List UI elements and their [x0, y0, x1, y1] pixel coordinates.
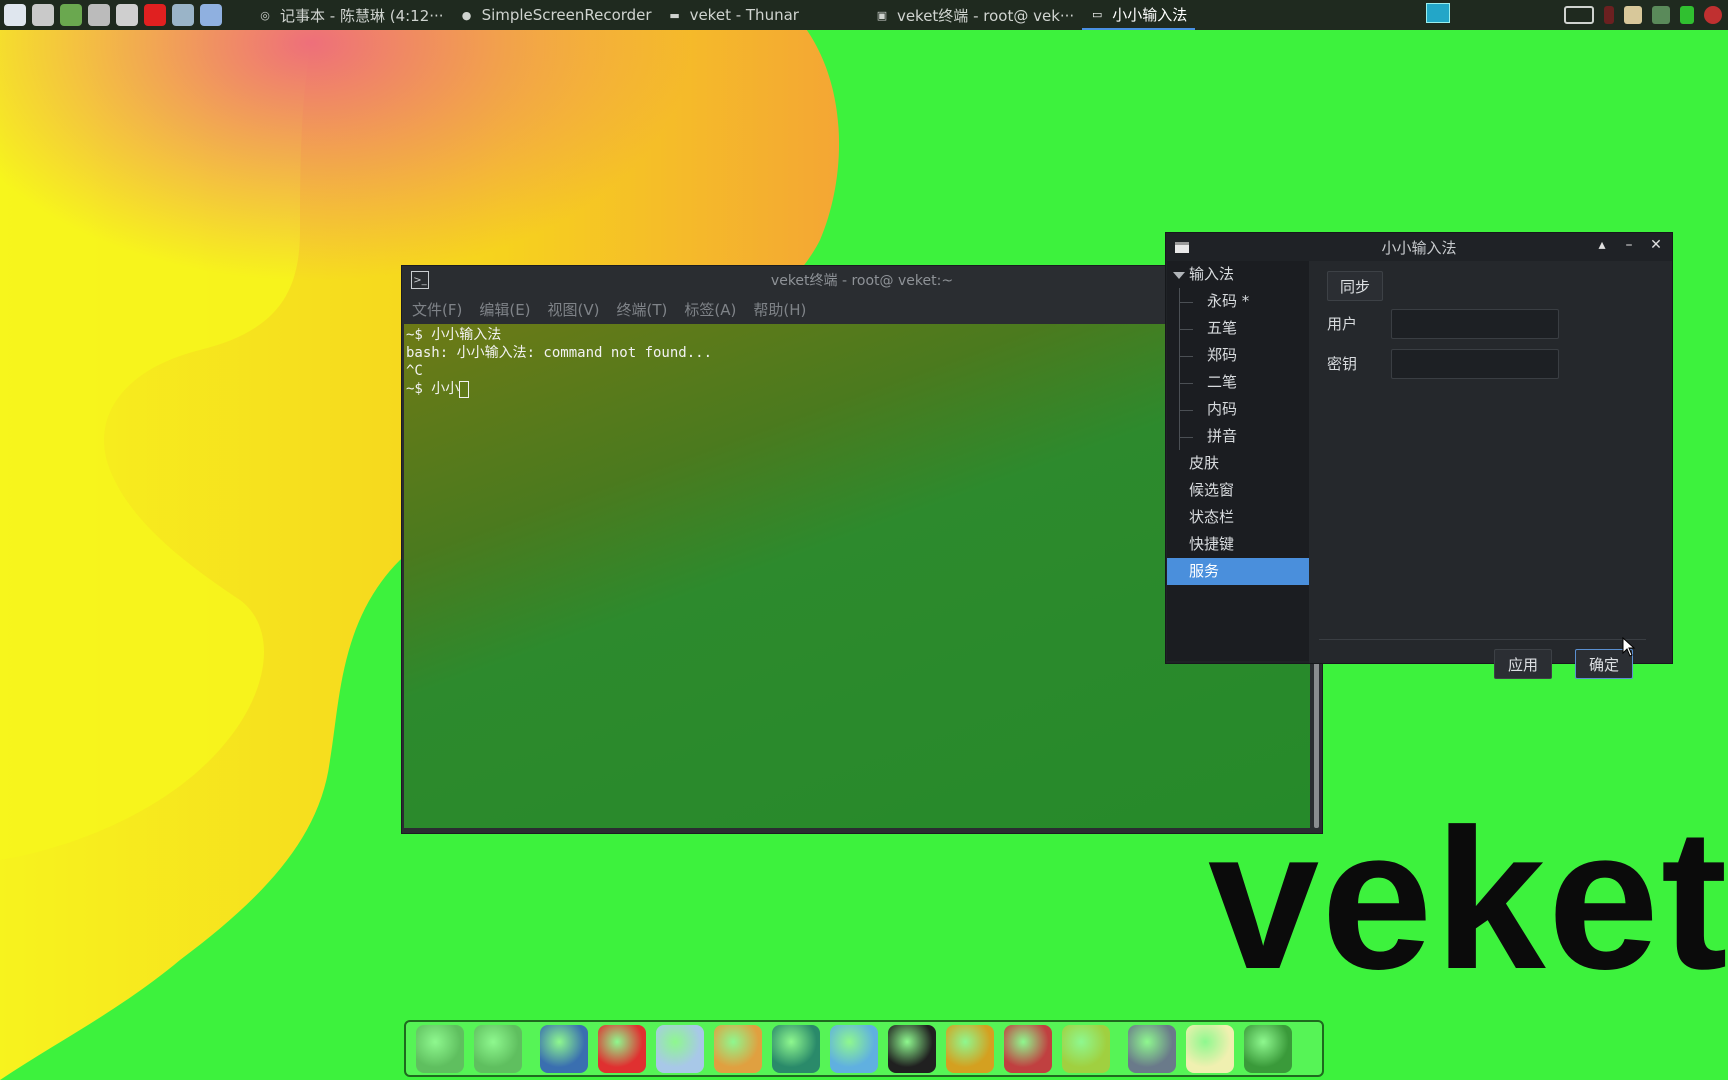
clipboard-icon[interactable] — [1624, 6, 1642, 24]
tree-item-method[interactable]: 二笔 — [1167, 369, 1309, 396]
settings-tree: 输入法 永码 * 五笔 郑码 二笔 内码 拼音 皮肤 候选窗 状态栏 快捷键 服务 — [1167, 261, 1309, 661]
divider — [1319, 639, 1646, 640]
tree-item-method[interactable]: 内码 — [1167, 396, 1309, 423]
presentation-icon[interactable] — [1004, 1024, 1052, 1073]
shade-icon[interactable]: ▴ — [1592, 237, 1612, 253]
close-icon[interactable]: ✕ — [1646, 237, 1666, 253]
system-monitor-icon[interactable] — [4, 4, 26, 26]
menu-item[interactable]: 文件(F) — [412, 299, 462, 320]
power-tray-icon[interactable] — [1704, 6, 1722, 24]
pet-icon[interactable] — [598, 1024, 646, 1073]
brightness-icon[interactable] — [1186, 1024, 1234, 1073]
task-button[interactable]: ◎ 记事本 - 陈慧琳 (4:12··· — [250, 0, 452, 30]
terminal-icon: ▣ — [876, 8, 888, 22]
printer-icon[interactable] — [116, 4, 138, 26]
heart-shield-icon[interactable] — [144, 4, 166, 26]
folder-icon: ▬ — [669, 8, 680, 22]
task-button[interactable]: ▣ veket终端 - root@ vek··· — [867, 0, 1082, 30]
ime-settings-window[interactable]: 小小输入法 ▴ – ✕ 输入法 永码 * 五笔 郑码 二笔 内码 拼音 皮肤 候选窗 状态栏快… — [1165, 232, 1673, 679]
browser-globe-icon[interactable] — [200, 4, 222, 26]
task-label: veket - Thunar — [689, 6, 799, 24]
power-globe-icon[interactable] — [1244, 1024, 1292, 1073]
record-icon: ◎ — [260, 8, 270, 22]
tree-root-label: 输入法 — [1189, 265, 1235, 283]
tree-item-section[interactable]: 皮肤 — [1167, 450, 1309, 477]
ime-titlebar[interactable]: 小小输入法 ▴ – ✕ — [1166, 233, 1672, 261]
menu-item[interactable]: 编辑(E) — [479, 299, 530, 320]
tree-root-input-method[interactable]: 输入法 — [1167, 261, 1309, 288]
tree-item-section[interactable]: 快捷键 — [1167, 531, 1309, 558]
tree-item-method[interactable]: 永码 * — [1167, 288, 1309, 315]
terminal-icon[interactable] — [88, 4, 110, 26]
service-panel: 同步 用户 密钥 应用 确定 — [1309, 261, 1672, 679]
messenger-icon[interactable] — [830, 1024, 878, 1073]
key-input[interactable] — [1391, 349, 1559, 379]
task-button[interactable]: ▭ 小小输入法 — [1082, 0, 1196, 30]
editor-icon[interactable] — [656, 1024, 704, 1073]
tree-item-method[interactable]: 郑码 — [1167, 342, 1309, 369]
tree-item-method[interactable]: 拼音 — [1167, 423, 1309, 450]
help-icon[interactable] — [1062, 1024, 1110, 1073]
task-button[interactable]: ▬ veket - Thunar — [660, 0, 807, 30]
menu-item[interactable]: 终端(T) — [617, 299, 668, 320]
task-label: 记事本 - 陈慧琳 (4:12··· — [280, 6, 444, 25]
key-label: 密钥 — [1327, 355, 1358, 373]
minimize-icon[interactable]: – — [1619, 237, 1639, 253]
battery-icon[interactable] — [1680, 6, 1694, 24]
window-icon: ▭ — [1092, 7, 1103, 21]
system-tray — [1564, 0, 1728, 30]
desktop-monitor-icon[interactable] — [540, 1024, 588, 1073]
top-taskbar: ◎ 记事本 - 陈慧琳 (4:12··· ● SimpleScreenRecorder… — [0, 0, 1728, 30]
menu-item[interactable]: 标签(A) — [684, 299, 736, 320]
drive-icon[interactable] — [1128, 1024, 1176, 1073]
task-list: ◎ 记事本 - 陈慧琳 (4:12··· ● SimpleScreenRecorder… — [250, 0, 1196, 30]
volume-icon[interactable] — [1604, 6, 1614, 24]
mouse-pointer-icon — [1622, 637, 1636, 657]
tree-item-method[interactable]: 五笔 — [1167, 315, 1309, 342]
task-button[interactable]: ● SimpleScreenRecorder — [452, 0, 660, 30]
tree-item-section[interactable]: 服务 — [1167, 558, 1309, 585]
settings-gear-icon[interactable] — [32, 4, 54, 26]
user-input[interactable] — [1391, 309, 1559, 339]
terminal-prompt: ~$ 小小 — [406, 381, 460, 397]
notebook-icon[interactable] — [946, 1024, 994, 1073]
files-folder-icon[interactable] — [474, 1024, 522, 1073]
network-icon[interactable] — [172, 4, 194, 26]
tree-item-section[interactable]: 状态栏 — [1167, 504, 1309, 531]
network-tray-icon[interactable] — [1652, 6, 1670, 24]
bottom-dock — [404, 1020, 1324, 1077]
display-monitor-icon[interactable] — [1426, 3, 1450, 23]
desktop-switch-icon[interactable] — [1564, 6, 1594, 24]
expand-caret-icon[interactable] — [1173, 272, 1185, 279]
apply-button[interactable]: 应用 — [1494, 649, 1552, 679]
media-play-icon[interactable] — [60, 4, 82, 26]
quick-launch — [0, 4, 222, 26]
user-label: 用户 — [1327, 315, 1358, 333]
screen-recorder-icon: ● — [461, 8, 472, 22]
paint-palette-icon[interactable] — [714, 1024, 762, 1073]
sync-button[interactable]: 同步 — [1327, 271, 1383, 301]
task-label: 小小输入法 — [1112, 5, 1188, 24]
home-folder-icon[interactable] — [416, 1024, 464, 1073]
tree-item-section[interactable]: 候选窗 — [1167, 477, 1309, 504]
menu-item[interactable]: 帮助(H) — [753, 299, 806, 320]
task-label: SimpleScreenRecorder — [481, 6, 652, 24]
menu-item[interactable]: 视图(V) — [548, 299, 600, 320]
task-label: veket终端 - root@ vek··· — [896, 6, 1075, 25]
network-manager-icon[interactable] — [772, 1024, 820, 1073]
qq-penguin-icon[interactable] — [888, 1024, 936, 1073]
text-cursor — [459, 380, 470, 398]
